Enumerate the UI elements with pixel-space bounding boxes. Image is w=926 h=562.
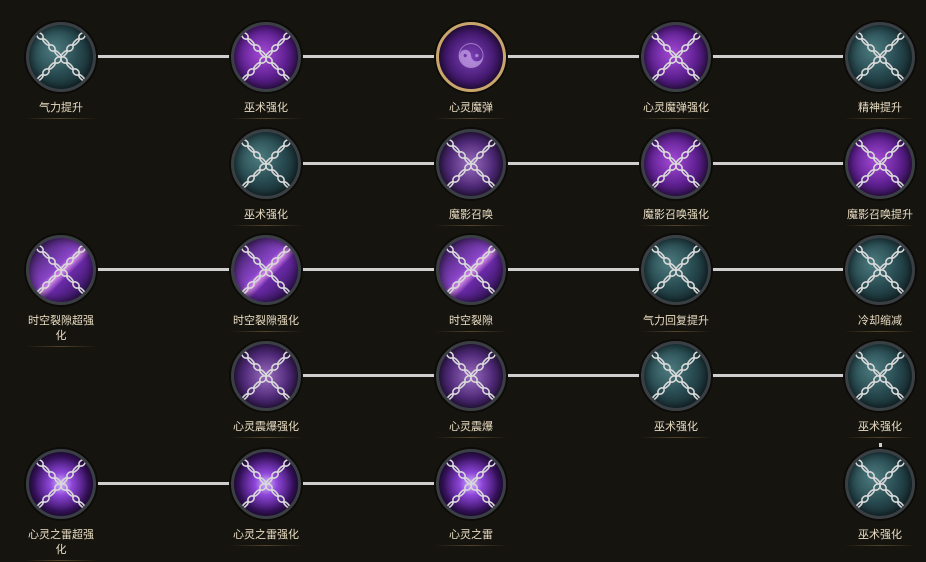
skill-node[interactable]: 气力回复提升 [616, 235, 736, 333]
chain-lock-icon [855, 245, 905, 295]
chained-mind-thunder-icon[interactable] [231, 449, 301, 519]
chain-lock-icon [855, 32, 905, 82]
skill-label: 魔影召唤 [435, 207, 507, 227]
skill-label: 精神提升 [844, 100, 916, 120]
chained-rift-icon[interactable] [436, 235, 506, 305]
skill-glyph-icon: ☯ [455, 37, 487, 77]
chained-shadow-summon-icon[interactable] [641, 129, 711, 199]
skill-node[interactable]: 时空裂隙强化 [206, 235, 326, 333]
chain-lock-icon [241, 245, 291, 295]
chained-shadow-summon-icon[interactable] [845, 129, 915, 199]
chained-teal-orb-icon[interactable] [845, 449, 915, 519]
skill-node[interactable]: 心灵震爆 [411, 341, 531, 439]
skill-node[interactable]: 巫术强化 [616, 341, 736, 439]
skill-label: 巫术强化 [230, 207, 302, 227]
skill-label: 时空裂隙强化 [230, 313, 302, 333]
chained-teal-orb-icon[interactable] [231, 129, 301, 199]
skill-node[interactable]: 心灵之雷超强化 [1, 449, 121, 562]
chain-lock-icon [855, 351, 905, 401]
skill-node[interactable]: 时空裂隙超强化 [1, 235, 121, 348]
skill-node[interactable]: 巫术强化 [820, 341, 926, 439]
chain-lock-icon [36, 459, 86, 509]
skill-node[interactable]: 魔影召唤 [411, 129, 531, 227]
chain-lock-icon [651, 139, 701, 189]
skill-node[interactable]: 心灵震爆强化 [206, 341, 326, 439]
chained-shadow-summon-icon[interactable] [436, 129, 506, 199]
chain-lock-icon [241, 32, 291, 82]
skill-label: 冷却缩减 [844, 313, 916, 333]
psychic-bolt-icon[interactable]: ☯ [436, 22, 506, 92]
skill-label: 心灵魔弹 [435, 100, 507, 120]
skill-label: 气力回复提升 [640, 313, 712, 333]
skill-node[interactable]: 巫术强化 [206, 22, 326, 120]
skill-label: 心灵之雷 [435, 527, 507, 547]
chain-lock-icon [651, 351, 701, 401]
chained-teal-orb-icon[interactable] [845, 22, 915, 92]
skill-label: 时空裂隙超强化 [25, 313, 97, 348]
skill-node[interactable]: 魔影召唤强化 [616, 129, 736, 227]
chain-lock-icon [855, 139, 905, 189]
chain-lock-icon [855, 459, 905, 509]
skill-node[interactable]: 精神提升 [820, 22, 926, 120]
skill-node[interactable]: 心灵魔弹强化 [616, 22, 736, 120]
skill-node[interactable]: 气力提升 [1, 22, 121, 120]
skill-label: 气力提升 [25, 100, 97, 120]
skill-node[interactable]: 巫术强化 [820, 449, 926, 547]
skill-label: 心灵震爆 [435, 419, 507, 439]
skill-tree: 气力提升 巫术强化 ☯ 心灵魔弹 心灵魔弹强化 精神提升 巫术强化 魔影召唤 魔影召唤强化 魔影召… [0, 0, 926, 562]
chained-mind-thunder-icon[interactable] [436, 449, 506, 519]
chained-rift-icon[interactable] [231, 235, 301, 305]
skill-label: 巫术强化 [844, 419, 916, 439]
chained-purple-vortex-icon[interactable] [641, 22, 711, 92]
skill-node[interactable]: 时空裂隙 [411, 235, 531, 333]
chained-rift-icon[interactable] [26, 235, 96, 305]
chained-mind-thunder-icon[interactable] [26, 449, 96, 519]
chained-teal-orb-icon[interactable] [641, 235, 711, 305]
skill-label: 心灵之雷强化 [230, 527, 302, 547]
skill-label: 巫术强化 [640, 419, 712, 439]
skill-label: 心灵之雷超强化 [25, 527, 97, 562]
skill-label: 巫术强化 [844, 527, 916, 547]
chain-lock-icon [36, 32, 86, 82]
chain-lock-icon [241, 139, 291, 189]
skill-node[interactable]: 心灵之雷 [411, 449, 531, 547]
chained-psychic-blast-icon[interactable] [436, 341, 506, 411]
chain-lock-icon [651, 32, 701, 82]
chained-teal-orb-icon[interactable] [26, 22, 96, 92]
skill-label: 心灵魔弹强化 [640, 100, 712, 120]
skill-node[interactable]: ☯ 心灵魔弹 [411, 22, 531, 120]
skill-label: 时空裂隙 [435, 313, 507, 333]
skill-label: 巫术强化 [230, 100, 302, 120]
chained-purple-vortex-icon[interactable] [231, 22, 301, 92]
chained-teal-orb-icon[interactable] [845, 235, 915, 305]
skill-label: 魔影召唤强化 [640, 207, 712, 227]
chain-lock-icon [36, 245, 86, 295]
chain-lock-icon [446, 139, 496, 189]
chain-lock-icon [446, 459, 496, 509]
chain-lock-icon [651, 245, 701, 295]
skill-label: 心灵震爆强化 [230, 419, 302, 439]
chained-teal-orb-icon[interactable] [641, 341, 711, 411]
chained-teal-orb-icon[interactable] [845, 341, 915, 411]
chain-lock-icon [446, 245, 496, 295]
chain-lock-icon [241, 351, 291, 401]
chained-psychic-blast-icon[interactable] [231, 341, 301, 411]
chain-lock-icon [241, 459, 291, 509]
skill-node[interactable]: 巫术强化 [206, 129, 326, 227]
skill-node[interactable]: 魔影召唤提升 [820, 129, 926, 227]
skill-node[interactable]: 冷却缩减 [820, 235, 926, 333]
chain-lock-icon [446, 351, 496, 401]
skill-node[interactable]: 心灵之雷强化 [206, 449, 326, 547]
skill-label: 魔影召唤提升 [844, 207, 916, 227]
